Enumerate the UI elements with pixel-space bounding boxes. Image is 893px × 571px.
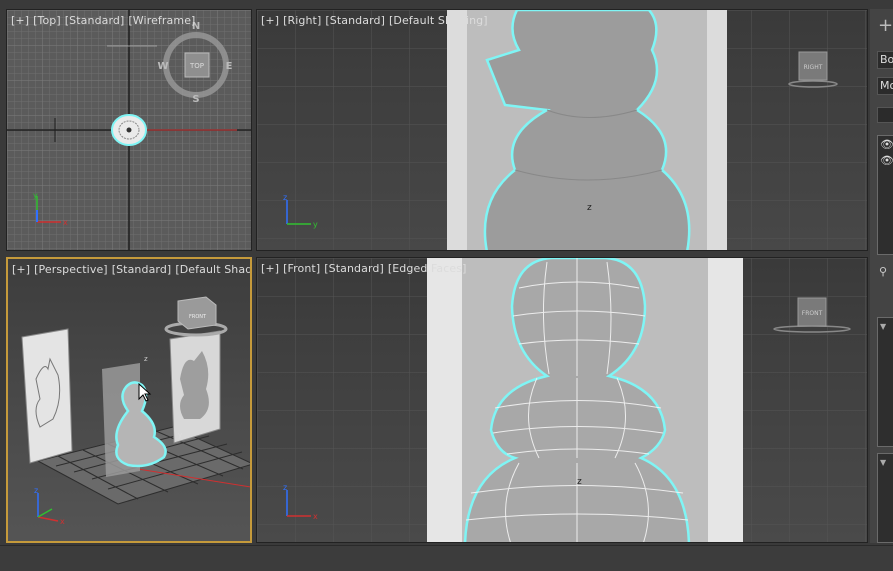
vp-menu-standard[interactable]: [Standard] <box>65 14 125 27</box>
vp-menu-shading[interactable]: [Edged Faces] <box>388 262 467 275</box>
axis-label-y: y <box>313 220 318 229</box>
object-type-tab-modify[interactable]: Mo <box>877 77 893 95</box>
viewport-perspective-label[interactable]: [+] [Perspective] [Standard][Default Shadi… <box>12 263 250 276</box>
axis-label-x: x <box>60 517 65 526</box>
persp-pivot-y: y <box>178 431 182 439</box>
vp-menu-standard[interactable]: [Standard] <box>112 263 172 276</box>
viewcube-right-face[interactable]: RIGHT <box>804 64 823 71</box>
command-panel: + Bo Mo 👁 👁 ⚲ ▼ ▼ <box>870 9 893 543</box>
viewport-perspective[interactable]: FRONT z y z x [+] [Perspective] [Standard]… <box>6 257 252 543</box>
max-workspace: TOP N S E W y x [+] [Top] [Standard] [Wiref… <box>0 0 893 571</box>
compass-s: S <box>192 94 199 105</box>
create-plus-icon[interactable]: + <box>878 17 893 35</box>
axis-label-z: z <box>283 483 287 492</box>
vp-menu-standard[interactable]: [Standard] <box>325 14 385 27</box>
vp-menu-plus[interactable]: [+] <box>11 14 29 27</box>
viewport-right-label[interactable]: [+] [Right] [Standard] [Default Shading] <box>261 14 492 27</box>
vp-menu-point-of-view[interactable]: [Right] <box>283 14 321 27</box>
persp-pivot-z: z <box>144 355 148 363</box>
eye-icon[interactable]: 👁 <box>880 138 893 151</box>
panel-toggle-button[interactable] <box>877 107 893 123</box>
viewport-right[interactable]: z RIGHT z y [+] [Right] [Standard] [Default… <box>256 9 868 251</box>
perspective-scene: FRONT z y z x <box>8 259 250 541</box>
rollout-arrow-icon[interactable]: ▼ <box>880 322 886 331</box>
pin-icon[interactable]: ⚲ <box>879 265 887 278</box>
top-grid: TOP N S E W y x <box>7 10 251 250</box>
compass-e: E <box>226 61 233 72</box>
front-scene: z FRONT z x <box>257 258 867 542</box>
viewcube-top-face[interactable]: TOP <box>189 62 204 70</box>
vp-menu-plus[interactable]: [+] <box>261 262 279 275</box>
rollout-panel-2[interactable]: ▼ <box>877 453 893 543</box>
status-bar <box>0 545 893 571</box>
mouse-cursor-icon <box>138 383 152 402</box>
viewport-front[interactable]: z FRONT z x [+] [Front] [Standard] [Edged F… <box>256 257 868 543</box>
viewport-top-label[interactable]: [+] [Top] [Standard] [Wireframe] <box>11 14 199 27</box>
vp-menu-point-of-view[interactable]: [Top] <box>33 14 61 27</box>
viewcube-front-face[interactable]: FRONT <box>189 314 207 320</box>
front-pivot-z: z <box>577 477 582 487</box>
rollout-panel[interactable]: ▼ <box>877 317 893 447</box>
right-pivot-z: z <box>587 203 592 213</box>
compass-w: W <box>157 61 168 72</box>
vp-menu-standard[interactable]: [Standard] <box>324 262 384 275</box>
axis-label-x: x <box>63 218 68 227</box>
vp-menu-plus[interactable]: [+] <box>261 14 279 27</box>
viewport-front-label[interactable]: [+] [Front] [Standard] [Edged Faces] <box>261 262 471 275</box>
right-scene: z RIGHT z y <box>257 10 867 250</box>
vp-menu-shading[interactable]: [Default Shading] <box>175 263 250 276</box>
layer-list[interactable]: 👁 👁 <box>877 135 893 255</box>
eye-icon[interactable]: 👁 <box>880 154 893 167</box>
viewcube-front-face[interactable]: FRONT <box>802 310 823 317</box>
object-type-tab-box[interactable]: Bo <box>877 51 893 69</box>
vp-menu-plus[interactable]: [+] <box>12 263 30 276</box>
vp-menu-point-of-view[interactable]: [Perspective] <box>34 263 108 276</box>
axis-label-z: z <box>34 486 38 495</box>
rollout-arrow-icon[interactable]: ▼ <box>880 458 886 467</box>
vp-menu-shading[interactable]: [Wireframe] <box>128 14 195 27</box>
viewport-top[interactable]: TOP N S E W y x [+] [Top] [Standard] [Wiref… <box>6 9 252 251</box>
axis-label-y: y <box>33 191 38 200</box>
vp-menu-shading[interactable]: [Default Shading] <box>389 14 488 27</box>
axis-label-x: x <box>313 512 318 521</box>
axis-label-z: z <box>283 193 287 202</box>
vp-menu-point-of-view[interactable]: [Front] <box>283 262 320 275</box>
